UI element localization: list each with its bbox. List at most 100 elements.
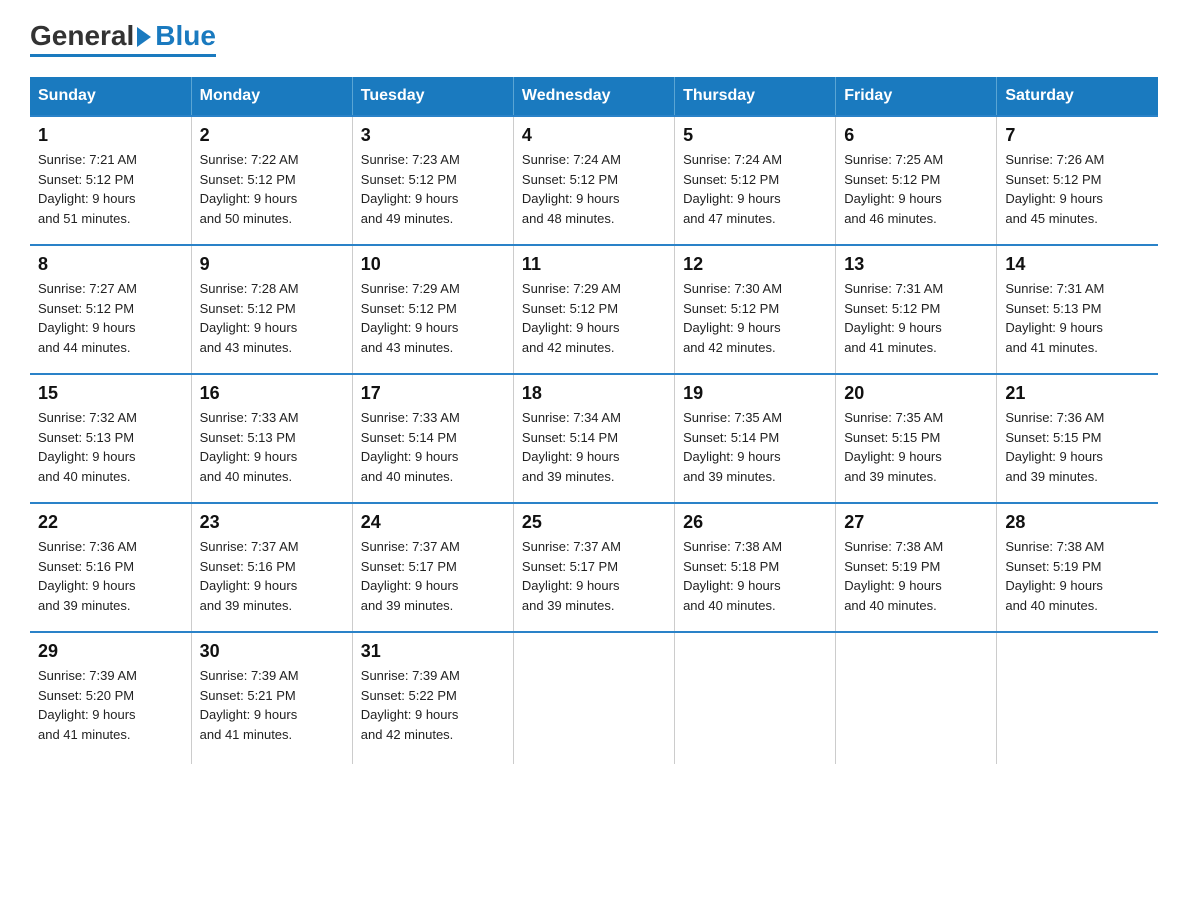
day-info: Sunrise: 7:33 AM Sunset: 5:13 PM Dayligh… — [200, 408, 344, 486]
day-number: 2 — [200, 125, 344, 146]
logo-underline — [30, 54, 216, 57]
day-cell: 26Sunrise: 7:38 AM Sunset: 5:18 PM Dayli… — [675, 503, 836, 632]
day-info: Sunrise: 7:38 AM Sunset: 5:18 PM Dayligh… — [683, 537, 827, 615]
header-cell-tuesday: Tuesday — [352, 77, 513, 116]
day-cell: 23 Sunrise: 7:37 AM Sunset: 5:16 PM Dayli… — [191, 503, 352, 632]
day-info: Sunrise: 7:38 AM Sunset: 5:19 PM Dayligh… — [844, 537, 988, 615]
day-cell: 4 Sunrise: 7:24 AM Sunset: 5:12 PM Daylig… — [513, 116, 674, 245]
day-number: 31 — [361, 641, 505, 662]
day-info: Sunrise: 7:24 AM Sunset: 5:12 PM Dayligh… — [683, 150, 827, 228]
day-cell: 17 Sunrise: 7:33 AM Sunset: 5:14 PM Dayli… — [352, 374, 513, 503]
calendar-header: SundayMondayTuesdayWednesdayThursdayFrid… — [30, 77, 1158, 116]
day-number: 17 — [361, 383, 505, 404]
day-info: Sunrise: 7:37 AM Sunset: 5:16 PM Dayligh… — [200, 537, 344, 615]
day-info: Sunrise: 7:29 AM Sunset: 5:12 PM Dayligh… — [361, 279, 505, 357]
day-number: 1 — [38, 125, 183, 146]
day-info: Sunrise: 7:38 AM Sunset: 5:19 PM Dayligh… — [1005, 537, 1150, 615]
day-number: 9 — [200, 254, 344, 275]
week-row-5: 29 Sunrise: 7:39 AM Sunset: 5:20 PM Dayli… — [30, 632, 1158, 764]
day-cell: 12Sunrise: 7:30 AM Sunset: 5:12 PM Dayli… — [675, 245, 836, 374]
page-header: General Blue — [30, 20, 1158, 57]
day-number: 15 — [38, 383, 183, 404]
day-cell: 6Sunrise: 7:25 AM Sunset: 5:12 PM Daylig… — [836, 116, 997, 245]
day-info: Sunrise: 7:28 AM Sunset: 5:12 PM Dayligh… — [200, 279, 344, 357]
day-cell: 18 Sunrise: 7:34 AM Sunset: 5:14 PM Dayli… — [513, 374, 674, 503]
day-cell: 9 Sunrise: 7:28 AM Sunset: 5:12 PM Daylig… — [191, 245, 352, 374]
day-cell: 10 Sunrise: 7:29 AM Sunset: 5:12 PM Dayli… — [352, 245, 513, 374]
header-cell-wednesday: Wednesday — [513, 77, 674, 116]
calendar-body: 1 Sunrise: 7:21 AM Sunset: 5:12 PM Daylig… — [30, 116, 1158, 764]
day-cell: 29 Sunrise: 7:39 AM Sunset: 5:20 PM Dayli… — [30, 632, 191, 764]
day-info: Sunrise: 7:36 AM Sunset: 5:15 PM Dayligh… — [1005, 408, 1150, 486]
day-cell: 8Sunrise: 7:27 AM Sunset: 5:12 PM Daylig… — [30, 245, 191, 374]
day-cell: 15 Sunrise: 7:32 AM Sunset: 5:13 PM Dayli… — [30, 374, 191, 503]
day-number: 10 — [361, 254, 505, 275]
day-number: 3 — [361, 125, 505, 146]
week-row-4: 22 Sunrise: 7:36 AM Sunset: 5:16 PM Dayli… — [30, 503, 1158, 632]
day-info: Sunrise: 7:32 AM Sunset: 5:13 PM Dayligh… — [38, 408, 183, 486]
day-cell: 19 Sunrise: 7:35 AM Sunset: 5:14 PM Dayli… — [675, 374, 836, 503]
day-cell: 11Sunrise: 7:29 AM Sunset: 5:12 PM Dayli… — [513, 245, 674, 374]
day-info: Sunrise: 7:21 AM Sunset: 5:12 PM Dayligh… — [38, 150, 183, 228]
day-cell: 16 Sunrise: 7:33 AM Sunset: 5:13 PM Dayli… — [191, 374, 352, 503]
day-cell — [836, 632, 997, 764]
day-info: Sunrise: 7:36 AM Sunset: 5:16 PM Dayligh… — [38, 537, 183, 615]
day-info: Sunrise: 7:27 AM Sunset: 5:12 PM Dayligh… — [38, 279, 183, 357]
header-cell-thursday: Thursday — [675, 77, 836, 116]
day-cell: 24Sunrise: 7:37 AM Sunset: 5:17 PM Dayli… — [352, 503, 513, 632]
day-number: 18 — [522, 383, 666, 404]
day-info: Sunrise: 7:37 AM Sunset: 5:17 PM Dayligh… — [522, 537, 666, 615]
day-number: 14 — [1005, 254, 1150, 275]
day-info: Sunrise: 7:30 AM Sunset: 5:12 PM Dayligh… — [683, 279, 827, 357]
calendar-table: SundayMondayTuesdayWednesdayThursdayFrid… — [30, 77, 1158, 764]
day-cell — [513, 632, 674, 764]
day-cell — [997, 632, 1158, 764]
day-cell: 30 Sunrise: 7:39 AM Sunset: 5:21 PM Dayli… — [191, 632, 352, 764]
day-number: 23 — [200, 512, 344, 533]
day-number: 22 — [38, 512, 183, 533]
day-number: 16 — [200, 383, 344, 404]
day-info: Sunrise: 7:34 AM Sunset: 5:14 PM Dayligh… — [522, 408, 666, 486]
day-cell: 25 Sunrise: 7:37 AM Sunset: 5:17 PM Dayli… — [513, 503, 674, 632]
day-number: 19 — [683, 383, 827, 404]
day-cell: 7Sunrise: 7:26 AM Sunset: 5:12 PM Daylig… — [997, 116, 1158, 245]
day-number: 21 — [1005, 383, 1150, 404]
day-cell: 27 Sunrise: 7:38 AM Sunset: 5:19 PM Dayli… — [836, 503, 997, 632]
day-number: 24 — [361, 512, 505, 533]
day-cell: 2 Sunrise: 7:22 AM Sunset: 5:12 PM Daylig… — [191, 116, 352, 245]
day-info: Sunrise: 7:35 AM Sunset: 5:15 PM Dayligh… — [844, 408, 988, 486]
day-info: Sunrise: 7:26 AM Sunset: 5:12 PM Dayligh… — [1005, 150, 1150, 228]
day-info: Sunrise: 7:39 AM Sunset: 5:20 PM Dayligh… — [38, 666, 183, 744]
header-cell-friday: Friday — [836, 77, 997, 116]
header-cell-monday: Monday — [191, 77, 352, 116]
day-cell: 13Sunrise: 7:31 AM Sunset: 5:12 PM Dayli… — [836, 245, 997, 374]
day-info: Sunrise: 7:33 AM Sunset: 5:14 PM Dayligh… — [361, 408, 505, 486]
day-number: 4 — [522, 125, 666, 146]
day-number: 30 — [200, 641, 344, 662]
header-cell-saturday: Saturday — [997, 77, 1158, 116]
week-row-3: 15 Sunrise: 7:32 AM Sunset: 5:13 PM Dayli… — [30, 374, 1158, 503]
day-cell: 22 Sunrise: 7:36 AM Sunset: 5:16 PM Dayli… — [30, 503, 191, 632]
logo-general-text: General — [30, 20, 134, 52]
day-number: 5 — [683, 125, 827, 146]
day-cell: 1 Sunrise: 7:21 AM Sunset: 5:12 PM Daylig… — [30, 116, 191, 245]
day-number: 11 — [522, 254, 666, 275]
day-info: Sunrise: 7:22 AM Sunset: 5:12 PM Dayligh… — [200, 150, 344, 228]
day-info: Sunrise: 7:31 AM Sunset: 5:13 PM Dayligh… — [1005, 279, 1150, 357]
day-number: 27 — [844, 512, 988, 533]
day-info: Sunrise: 7:35 AM Sunset: 5:14 PM Dayligh… — [683, 408, 827, 486]
day-info: Sunrise: 7:24 AM Sunset: 5:12 PM Dayligh… — [522, 150, 666, 228]
day-number: 29 — [38, 641, 183, 662]
day-cell: 3 Sunrise: 7:23 AM Sunset: 5:12 PM Daylig… — [352, 116, 513, 245]
day-info: Sunrise: 7:31 AM Sunset: 5:12 PM Dayligh… — [844, 279, 988, 357]
day-cell: 5 Sunrise: 7:24 AM Sunset: 5:12 PM Daylig… — [675, 116, 836, 245]
day-number: 25 — [522, 512, 666, 533]
day-info: Sunrise: 7:39 AM Sunset: 5:21 PM Dayligh… — [200, 666, 344, 744]
week-row-1: 1 Sunrise: 7:21 AM Sunset: 5:12 PM Daylig… — [30, 116, 1158, 245]
day-info: Sunrise: 7:23 AM Sunset: 5:12 PM Dayligh… — [361, 150, 505, 228]
logo: General Blue — [30, 20, 216, 57]
logo-arrow-icon — [137, 27, 151, 47]
header-row: SundayMondayTuesdayWednesdayThursdayFrid… — [30, 77, 1158, 116]
day-cell: 14 Sunrise: 7:31 AM Sunset: 5:13 PM Dayli… — [997, 245, 1158, 374]
day-number: 6 — [844, 125, 988, 146]
